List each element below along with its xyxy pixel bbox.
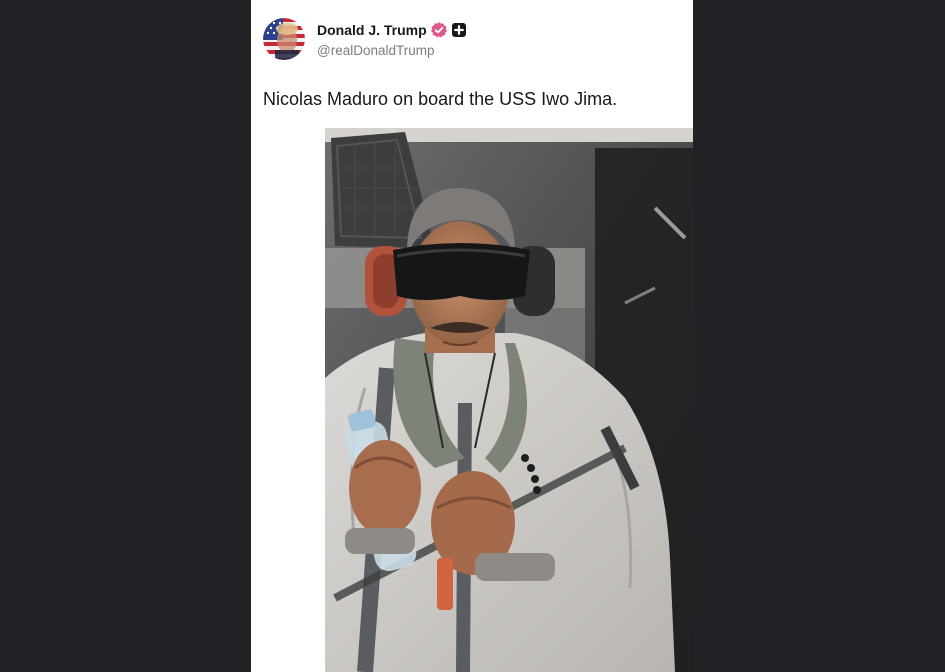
photo-illustration [325, 128, 693, 672]
author-display-name[interactable]: Donald J. Trump [317, 21, 427, 39]
post-photo[interactable] [325, 128, 693, 672]
plus-badge-icon [452, 23, 466, 37]
flag-portrait-avatar-icon [263, 18, 305, 60]
author-handle[interactable]: @realDonaldTrump [317, 42, 435, 60]
post-header: Donald J. Trump @realDonaldTrump [263, 18, 663, 62]
verified-badge-icon [431, 22, 447, 38]
post-text: Nicolas Maduro on board the USS Iwo Jima… [263, 89, 618, 109]
post-card[interactable]: Donald J. Trump @realDonaldTrump Nicolas… [251, 0, 693, 672]
author-avatar[interactable] [263, 18, 305, 60]
page-background: Donald J. Trump @realDonaldTrump Nicolas… [0, 0, 945, 672]
